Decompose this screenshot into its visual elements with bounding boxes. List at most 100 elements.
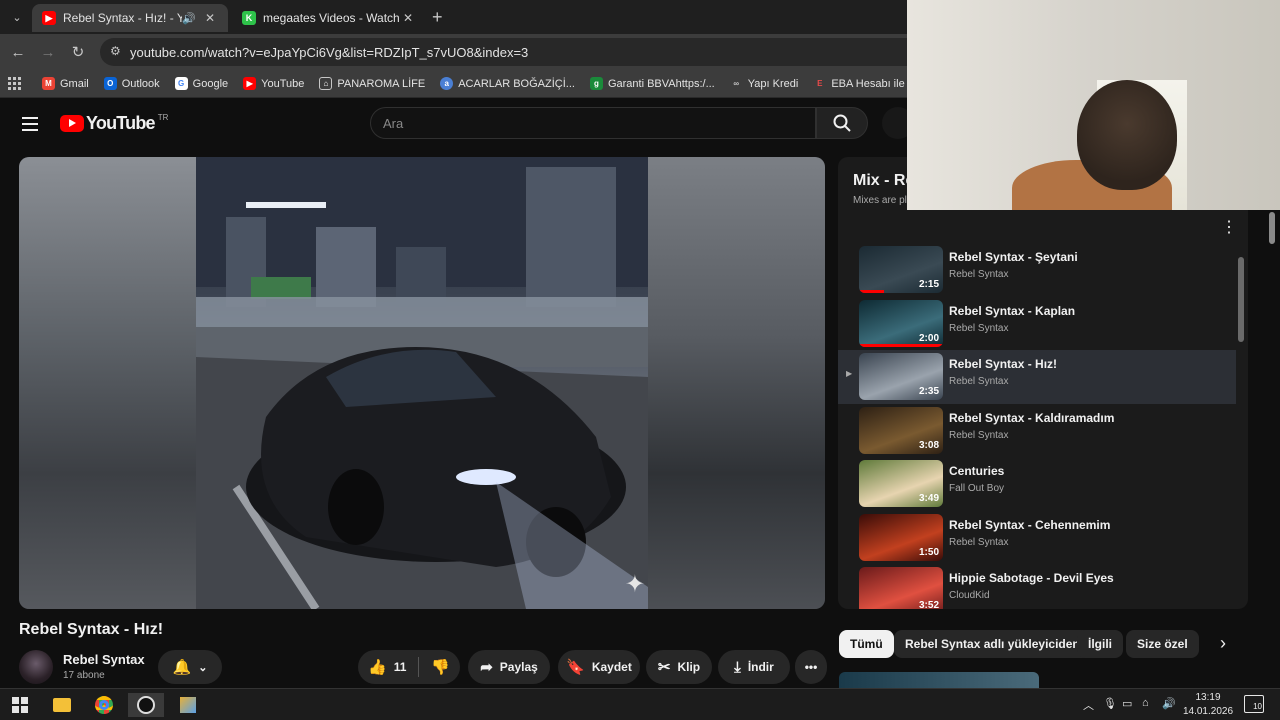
video-player[interactable]: ✦ <box>19 157 825 609</box>
search-button[interactable] <box>816 107 868 139</box>
google-icon: G <box>174 77 188 90</box>
playlist-item[interactable]: 3:08 Rebel Syntax - Kaldıramadım Rebel Syn… <box>838 404 1236 458</box>
microphone-icon[interactable]: 🎙 <box>1103 697 1117 710</box>
tab-title: Rebel Syntax - Hız! - YouTu <box>63 11 183 25</box>
sports-car-image <box>196 157 648 609</box>
playlist-item[interactable]: 1:50 Rebel Syntax - Cehennemim Rebel Synta… <box>838 511 1236 565</box>
webcam-overlay <box>907 0 1280 210</box>
bookmark-label: ACARLAR BOĞAZİÇİ... <box>458 77 575 90</box>
app-cube-icon[interactable] <box>170 693 206 717</box>
playlist-item-channel: Fall Out Boy <box>949 483 1005 494</box>
bookmark-google[interactable]: G Google <box>174 77 229 90</box>
system-clock[interactable]: 13:19 14.01.2026 <box>1180 691 1236 719</box>
playlist-panel: Mix - Re Mixes are pl ⋮ 2:15 Rebel Syntax… <box>838 157 1248 609</box>
playlist-scrollbar[interactable] <box>1238 245 1244 605</box>
next-video-thumbnail[interactable] <box>839 672 1039 688</box>
chip-label: Tümü <box>850 637 883 651</box>
playlist-thumbnail: 2:35 <box>859 353 943 400</box>
chip-for-you[interactable]: Size özel <box>1126 630 1199 658</box>
playlist-item-title: Rebel Syntax - Cehennemim <box>949 517 1111 532</box>
menu-icon[interactable] <box>22 117 38 131</box>
chip-related[interactable]: İlgili <box>1077 630 1123 658</box>
tab-search-chevron-icon[interactable]: ⌄ <box>6 6 28 28</box>
bookmark-youtube[interactable]: ▶ YouTube <box>243 77 304 90</box>
watch-progress-bar <box>859 343 943 347</box>
more-vertical-icon[interactable]: ⋮ <box>1221 217 1237 237</box>
clip-button[interactable]: ✂ Klip <box>646 650 712 684</box>
volume-icon[interactable]: 🔊 <box>1162 697 1176 710</box>
bookmark-garanti[interactable]: g Garanti BBVAhttps:/... <box>589 77 715 90</box>
bookmark-yapikredi[interactable]: ∞ Yapı Kredi <box>729 77 798 90</box>
video-frame <box>196 157 648 609</box>
chevron-right-icon[interactable]: › <box>1220 633 1226 654</box>
youtube-icon: ▶ <box>243 77 257 90</box>
windows-start-icon[interactable] <box>2 693 38 717</box>
save-button[interactable]: 🔖 Kaydet <box>558 650 640 684</box>
bookmark-gmail[interactable]: M Gmail <box>42 77 89 90</box>
back-icon[interactable]: ← <box>8 42 28 62</box>
dislike-icon[interactable]: 👎 <box>431 658 450 676</box>
close-tab-icon[interactable]: ✕ <box>400 11 416 25</box>
bookmark-acarlar[interactable]: a ACARLAR BOĞAZİÇİ... <box>440 77 575 90</box>
playlist-thumbnail: 2:00 <box>859 299 943 347</box>
gmail-icon: M <box>42 77 55 90</box>
download-button[interactable]: ⤓ İndir <box>718 650 790 684</box>
file-explorer-icon[interactable] <box>44 693 80 717</box>
reload-icon[interactable]: ↻ <box>68 42 88 62</box>
bookmark-label: YouTube <box>261 77 305 90</box>
bookmark-panaroma[interactable]: ⌂ PANAROMA LİFE <box>319 77 425 90</box>
page-scrollbar[interactable] <box>1268 210 1276 680</box>
playlist-item-title: Rebel Syntax - Hız! <box>949 357 1058 371</box>
share-label: Paylaş <box>499 660 538 674</box>
video-title: Rebel Syntax - Hız! <box>19 621 164 638</box>
tray-chevron-icon[interactable]: ︿ <box>1083 697 1094 713</box>
tab-youtube[interactable]: ▶ Rebel Syntax - Hız! - YouTu 🔊 ✕ <box>32 4 228 32</box>
share-button[interactable]: ➦ Paylaş <box>468 650 550 684</box>
notification-center-icon[interactable]: 10 <box>1244 695 1264 713</box>
playlist-thumbnail: 3:52 <box>859 567 943 609</box>
playlist-item[interactable]: 2:00 Rebel Syntax - Kaplan Rebel Syntax <box>838 297 1236 351</box>
chip-label: İlgili <box>1088 637 1112 651</box>
more-actions-button[interactable]: ••• <box>795 650 827 684</box>
playlist-item-title: Rebel Syntax - Kaplan <box>949 303 1076 318</box>
speaker-icon[interactable]: 🔊 <box>182 12 196 25</box>
bookmark-label: Google <box>192 77 229 90</box>
playlist-item[interactable]: ▶ 2:35 Rebel Syntax - Hız! Rebel Syntax <box>838 350 1236 404</box>
like-count[interactable]: 11 <box>394 660 407 674</box>
forward-icon[interactable]: → <box>38 42 58 62</box>
country-code: TR <box>157 113 169 122</box>
search-placeholder: Ara <box>383 115 404 131</box>
network-icon[interactable]: ⌂ <box>1142 697 1149 709</box>
scrollbar-thumb[interactable] <box>1238 257 1244 342</box>
tab-megaates[interactable]: K megaates Videos - Watch On-D ✕ <box>232 4 426 32</box>
like-icon[interactable]: 👍 <box>368 658 387 676</box>
chrome-icon[interactable] <box>86 693 122 717</box>
new-tab-icon[interactable]: + <box>432 7 443 28</box>
bell-icon: 🔔 <box>172 659 192 676</box>
search-icon <box>833 114 851 132</box>
search-input[interactable]: Ara <box>370 107 816 139</box>
battery-icon[interactable]: ▭ <box>1122 697 1132 710</box>
bookmark-label: Outlook <box>121 77 160 90</box>
playlist-item[interactable]: 3:49 Centuries Fall Out Boy <box>838 457 1236 511</box>
site-info-icon[interactable]: ⚙ <box>110 44 121 58</box>
k-favicon-icon: K <box>242 11 256 25</box>
channel-name[interactable]: Rebel Syntax <box>63 652 145 667</box>
duration-label: 2:35 <box>918 386 939 397</box>
eba-icon: E <box>813 77 827 90</box>
obs-icon[interactable] <box>128 693 164 717</box>
chip-label: Size özel <box>1137 637 1188 651</box>
close-tab-icon[interactable]: ✕ <box>202 11 218 25</box>
page-scrollbar-thumb[interactable] <box>1269 212 1275 244</box>
subscribe-bell-button[interactable]: 🔔 ⌄ <box>158 650 222 684</box>
duration-label: 1:50 <box>918 546 939 558</box>
youtube-logo[interactable]: YouTube TR <box>60 113 168 134</box>
apps-grid-icon[interactable] <box>8 76 22 91</box>
chip-from-uploader[interactable]: Rebel Syntax adlı yükleyiciden <box>894 630 1091 658</box>
chip-all[interactable]: Tümü <box>839 630 894 658</box>
bookmark-outlook[interactable]: O Outlook <box>103 77 160 90</box>
acarlar-icon: a <box>440 77 454 90</box>
channel-avatar[interactable] <box>19 650 53 684</box>
playlist-item[interactable]: 3:52 Hippie Sabotage - Devil Eyes CloudKid <box>838 564 1236 609</box>
playlist-item[interactable]: 2:15 Rebel Syntax - Şeytani Rebel Syntax <box>838 243 1236 297</box>
